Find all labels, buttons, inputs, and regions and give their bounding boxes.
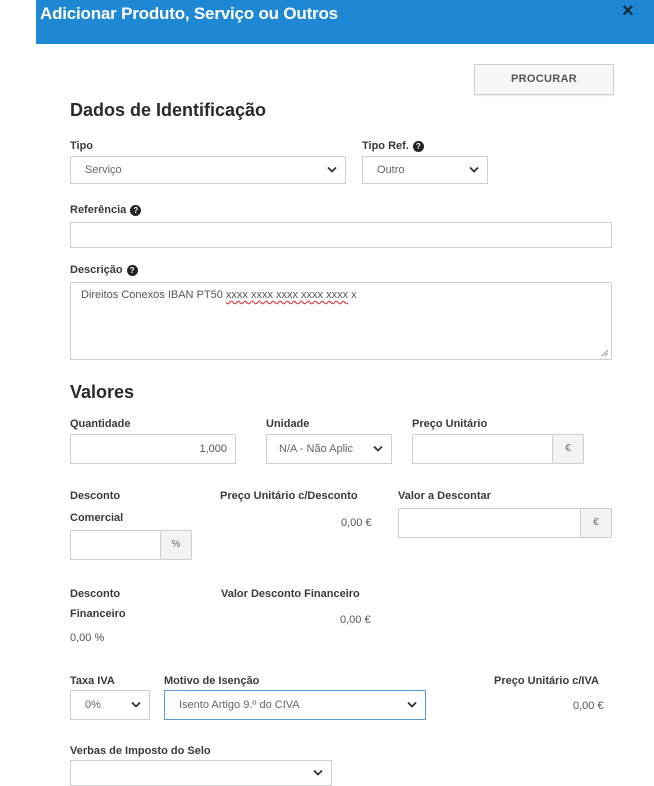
motivo-isencao-select[interactable]: Isento Artigo 9.º do CIVA [164,690,426,720]
descricao-text: Direitos Conexos IBAN PT50 [81,289,226,301]
quantidade-label: Quantidade [70,418,131,430]
chevron-down-icon [131,701,141,708]
descricao-value: Direitos Conexos IBAN PT50 xxxx xxxx xxx… [81,289,357,301]
desconto-financeiro-value: 0,00 % [70,632,105,644]
verbas-selo-label: Verbas de Imposto do Selo [70,745,211,757]
tipo-ref-label: Tipo Ref.? [362,140,424,152]
preco-unitario-desconto-value: 0,00 € [341,517,372,529]
descricao-misspelled-text: xxxx xxxx xxxx xxxx xxxx [225,289,349,301]
desconto-comercial-label-1: Desconto [70,490,121,502]
unidade-select-value: N/A - Não Aplic [279,443,353,455]
chevron-down-icon [407,701,417,708]
chevron-down-icon [373,445,383,452]
referencia-input[interactable] [70,222,612,248]
section-values-title: Valores [70,382,135,402]
chevron-down-icon [313,769,323,776]
chevron-down-icon [469,166,479,173]
tipo-ref-label-text: Tipo Ref. [362,140,409,152]
desconto-comercial-input[interactable]: % [70,530,192,560]
chevron-down-icon [327,166,337,173]
taxa-iva-select[interactable]: 0% [70,690,150,720]
tipo-ref-select[interactable]: Outro [362,156,488,184]
section-identification-title: Dados de Identificação [70,100,267,120]
percent-addon: % [160,531,191,559]
quantidade-input[interactable]: 1,000 [70,434,236,464]
valor-descontar-label: Valor a Descontar [398,490,491,502]
unidade-label: Unidade [266,418,310,430]
tipo-label: Tipo [70,140,94,152]
valor-desconto-financeiro-value: 0,00 € [340,614,371,626]
preco-unitario-input[interactable]: € [412,434,584,464]
descricao-label-text: Descrição [70,264,123,276]
quantidade-value: 1,000 [199,443,227,455]
tipo-ref-select-value: Outro [377,164,405,176]
info-icon[interactable]: ? [412,140,424,152]
procurar-button[interactable]: PROCURAR [474,64,614,95]
preco-unitario-iva-label: Preço Unitário c/IVA [494,675,599,687]
desconto-comercial-label-2: Comercial [70,512,124,524]
taxa-iva-label: Taxa IVA [70,675,115,687]
valor-desconto-financeiro-label: Valor Desconto Financeiro [221,588,360,600]
desconto-financeiro-label-1: Desconto [70,588,121,600]
unidade-select[interactable]: N/A - Não Aplic [266,434,392,464]
descricao-text-end: x [348,289,357,301]
close-icon[interactable]: × [622,0,634,23]
taxa-iva-select-value: 0% [85,699,101,711]
desconto-financeiro-label-2: Financeiro [70,608,126,620]
referencia-label-text: Referência [70,204,127,216]
info-icon[interactable]: ? [130,204,142,216]
referencia-label: Referência? [70,204,142,216]
verbas-selo-select[interactable] [70,760,332,786]
modal-title: Adicionar Produto, Serviço ou Outros [40,4,338,23]
preco-unitario-iva-value: 0,00 € [573,700,604,712]
motivo-isencao-label: Motivo de Isenção [164,675,260,687]
descricao-textarea[interactable]: Direitos Conexos IBAN PT50 xxxx xxxx xxx… [70,282,612,360]
preco-unitario-desconto-label: Preço Unitário c/Desconto [220,490,358,502]
motivo-isencao-select-value: Isento Artigo 9.º do CIVA [179,699,300,711]
valor-descontar-input[interactable]: € [398,508,612,538]
euro-addon: € [580,509,611,537]
tipo-select[interactable]: Serviço [70,156,346,184]
descricao-label: Descrição? [70,264,138,276]
info-icon[interactable]: ? [126,264,138,276]
resize-handle-icon[interactable] [601,349,609,357]
preco-unitario-label: Preço Unitário [412,418,488,430]
euro-addon: € [552,435,583,463]
tipo-select-value: Serviço [85,164,122,176]
